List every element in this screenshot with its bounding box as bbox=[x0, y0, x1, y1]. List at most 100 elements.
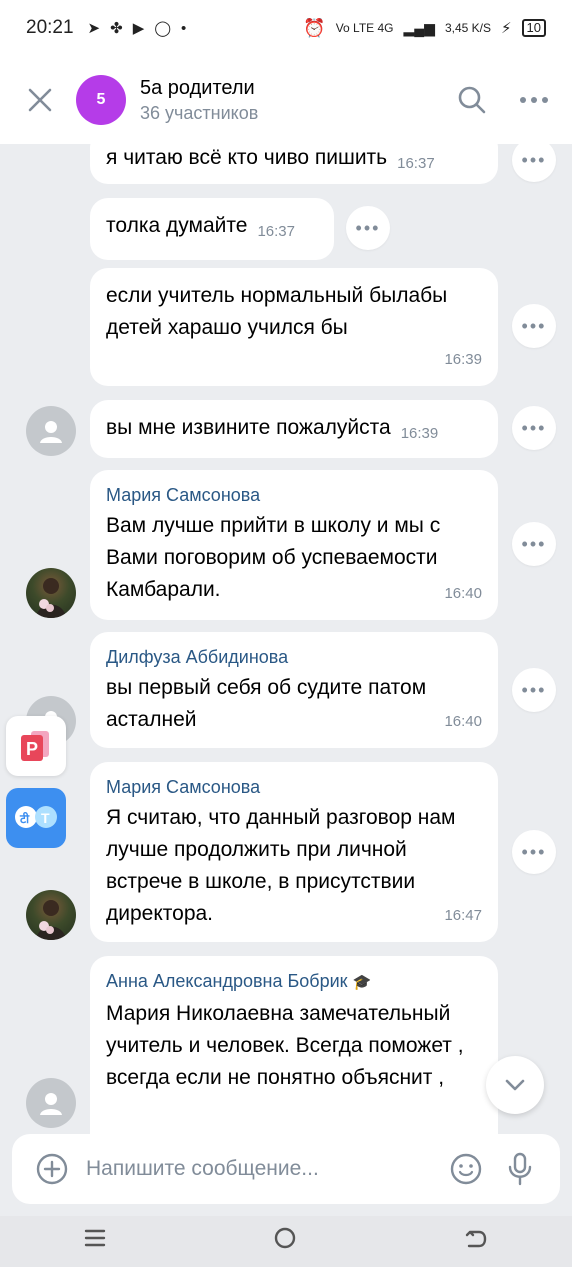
profile-photo-icon bbox=[36, 900, 66, 940]
message-time: 16:47 bbox=[444, 907, 482, 924]
message-more-button[interactable]: ••• bbox=[512, 668, 556, 712]
svg-text:टी: टी bbox=[19, 812, 30, 826]
network-label: Vo LTE 4G bbox=[335, 21, 394, 35]
emoji-icon bbox=[450, 1153, 482, 1185]
search-button[interactable] bbox=[454, 82, 490, 118]
message-more-button[interactable]: ••• bbox=[512, 406, 556, 450]
message-text: вы первый себя об судите патом асталней bbox=[106, 676, 427, 731]
sender-avatar[interactable] bbox=[26, 890, 76, 940]
more-icon: ••• bbox=[521, 149, 547, 170]
chevron-down-icon bbox=[505, 1079, 525, 1091]
close-button[interactable] bbox=[20, 80, 60, 120]
back-button[interactable] bbox=[464, 1226, 488, 1257]
more-icon: ••• bbox=[521, 841, 547, 862]
message-bubble[interactable]: Дилфуза Аббидинова вы первый себя об суд… bbox=[90, 632, 498, 748]
chat-header: 5 5а родители 36 участников bbox=[0, 56, 572, 144]
message-text: если учитель нормальный былабы детей хар… bbox=[106, 284, 448, 339]
sender-avatar[interactable] bbox=[26, 568, 76, 618]
back-arrow-icon bbox=[466, 1230, 487, 1248]
message-time: 16:39 bbox=[400, 425, 439, 442]
message-time: 16:40 bbox=[444, 585, 482, 602]
voice-message-button[interactable] bbox=[500, 1149, 540, 1189]
more-icon: ••• bbox=[355, 217, 381, 238]
header-actions bbox=[454, 82, 552, 118]
message-bubble[interactable]: вы мне извините пожалуйста 16:39 bbox=[90, 400, 498, 458]
message-author[interactable]: Анна Александровна Бобрик 🎓 bbox=[106, 968, 482, 996]
message-more-button[interactable]: ••• bbox=[512, 522, 556, 566]
scroll-down-button[interactable] bbox=[486, 1056, 544, 1114]
plus-circle-icon bbox=[36, 1153, 68, 1185]
more-icon: ••• bbox=[521, 417, 547, 438]
dot-icon: • bbox=[181, 19, 187, 37]
status-bar: 20:21 ➤ ✤ ▶ ◯ • ⏰ Vo LTE 4G ▂▄▆ 3,45 K/S… bbox=[0, 0, 572, 56]
verified-icon: 🎓 bbox=[352, 974, 372, 991]
floating-translate-icon[interactable]: टी T bbox=[6, 788, 66, 848]
translate-app-icon: टी T bbox=[15, 806, 57, 828]
message-input[interactable] bbox=[86, 1157, 446, 1181]
microphone-icon bbox=[508, 1152, 532, 1186]
message-bubble[interactable]: Мария Самсонова Я считаю, что данный раз… bbox=[90, 762, 498, 942]
svg-text:T: T bbox=[41, 810, 50, 826]
message-text: толка думайте bbox=[106, 214, 248, 237]
message-bubble[interactable]: Анна Александровна Бобрик 🎓 Мария Никола… bbox=[90, 956, 498, 1134]
message-text: я читаю всё кто чиво пишить bbox=[106, 146, 388, 169]
menu-button[interactable] bbox=[516, 82, 552, 118]
sender-avatar[interactable] bbox=[26, 406, 76, 456]
message-bubble[interactable]: если учитель нормальный былабы детей хар… bbox=[90, 268, 498, 386]
message-composer bbox=[12, 1134, 560, 1204]
chat-icon: ◯ bbox=[154, 20, 172, 37]
status-time: 20:21 bbox=[26, 17, 74, 38]
chat-avatar[interactable]: 5 bbox=[76, 75, 126, 125]
message-author[interactable]: Мария Самсонова bbox=[106, 482, 482, 508]
battery-level: 10 bbox=[521, 19, 546, 37]
app-icon: ✤ bbox=[110, 20, 123, 37]
home-circle-icon bbox=[274, 1227, 296, 1249]
floating-app-p-icon[interactable]: P bbox=[6, 716, 66, 776]
menu-lines-icon bbox=[84, 1229, 105, 1247]
message-author[interactable]: Мария Самсонова bbox=[106, 774, 482, 800]
svg-text:P: P bbox=[26, 739, 38, 759]
status-right: ⏰ Vo LTE 4G ▂▄▆ 3,45 K/S ⚡ 10 bbox=[303, 18, 546, 39]
chat-members-count: 36 участников bbox=[140, 102, 259, 123]
search-icon bbox=[458, 86, 486, 114]
message-text: Мария Николаевна замечательный учитель и… bbox=[106, 1002, 464, 1089]
message-text: Вам лучше прийти в школу и мы с Вами пог… bbox=[106, 514, 441, 601]
message-text: Я считаю, что данный разговор нам лучше … bbox=[106, 806, 456, 925]
speed-label: 3,45 K/S bbox=[444, 21, 491, 35]
attach-button[interactable] bbox=[32, 1149, 72, 1189]
signal-icon: ▂▄▆ bbox=[403, 19, 435, 36]
more-icon: ••• bbox=[521, 315, 547, 336]
more-icon: ••• bbox=[521, 533, 547, 554]
message-time: 16:39 bbox=[444, 351, 482, 368]
message-more-button[interactable]: ••• bbox=[512, 304, 556, 348]
message-author[interactable]: Дилфуза Аббидинова bbox=[106, 644, 482, 670]
message-bubble[interactable]: Мария Самсонова Вам лучше прийти в школу… bbox=[90, 470, 498, 620]
message-time: 16:37 bbox=[397, 155, 435, 172]
emoji-button[interactable] bbox=[446, 1149, 486, 1189]
message-bubble[interactable]: толка думайте 16:37 bbox=[90, 198, 334, 260]
chat-title: 5а родители bbox=[140, 76, 255, 99]
message-time: 16:40 bbox=[444, 713, 482, 730]
charging-icon: ⚡ bbox=[500, 20, 512, 37]
home-button[interactable] bbox=[273, 1226, 297, 1257]
message-more-button[interactable]: ••• bbox=[346, 206, 390, 250]
telegram-icon: ➤ bbox=[87, 20, 101, 37]
message-time: 16:37 bbox=[257, 223, 295, 240]
more-icon: ••• bbox=[521, 679, 547, 700]
recent-apps-button[interactable] bbox=[84, 1227, 106, 1256]
message-bubble[interactable]: я читаю всё кто чиво пишить 16:37 bbox=[90, 144, 498, 184]
notification-icons: ➤ ✤ ▶ ◯ • bbox=[87, 19, 187, 38]
user-icon bbox=[40, 421, 62, 443]
alarm-icon: ⏰ bbox=[303, 17, 326, 38]
message-feed[interactable]: я читаю всё кто чиво пишить 16:37 ••• тол… bbox=[0, 144, 572, 1134]
close-icon bbox=[28, 88, 52, 112]
message-more-button[interactable]: ••• bbox=[512, 830, 556, 874]
message-text: вы мне извините пожалуйста bbox=[106, 416, 391, 439]
user-icon bbox=[40, 1093, 62, 1115]
presentation-app-icon: P bbox=[21, 731, 49, 761]
message-more-button[interactable]: ••• bbox=[512, 144, 556, 182]
profile-photo-icon bbox=[36, 578, 66, 618]
chat-info[interactable]: 5а родители 36 участников bbox=[140, 77, 258, 124]
sender-avatar[interactable] bbox=[26, 1078, 76, 1128]
more-icon bbox=[520, 97, 548, 103]
